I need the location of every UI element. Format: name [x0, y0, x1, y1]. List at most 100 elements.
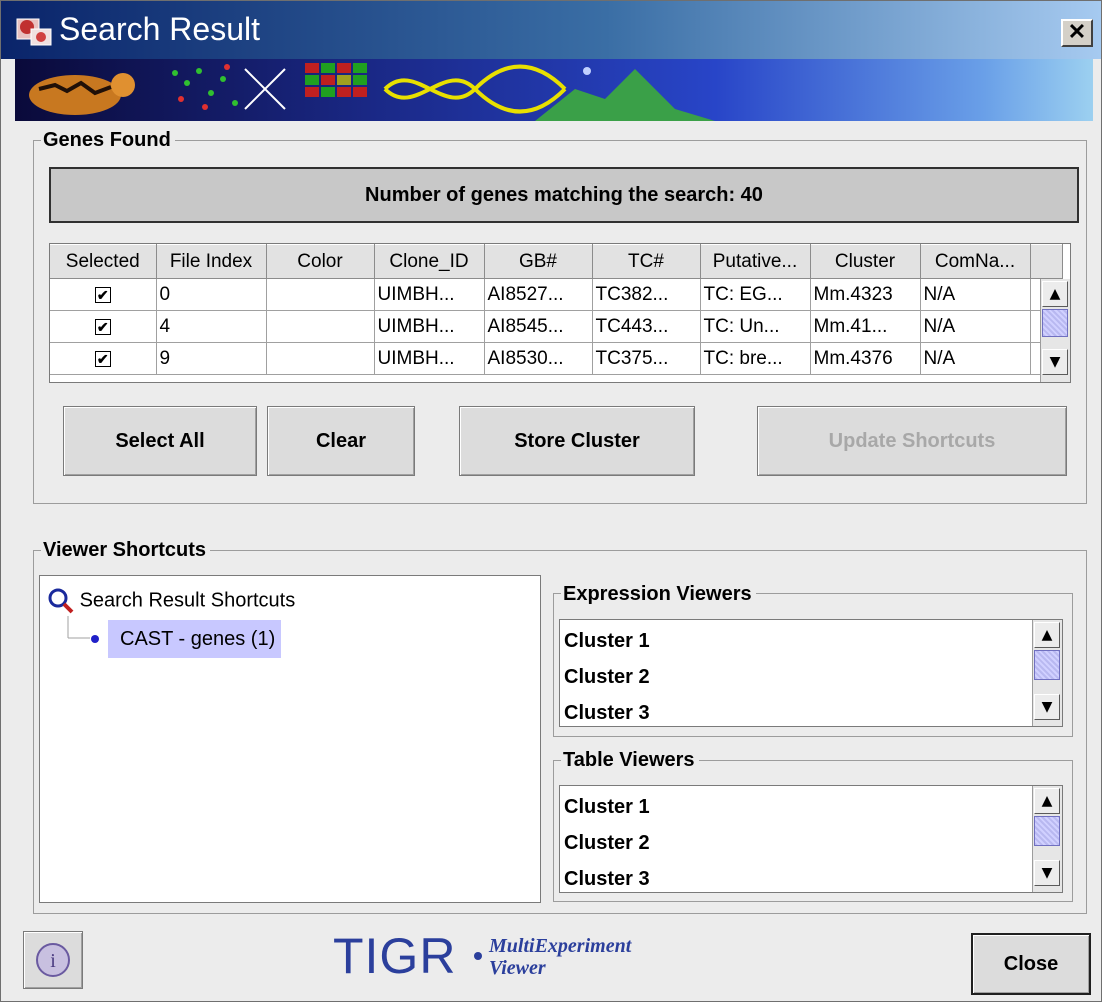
column-header-clone-id[interactable]: Clone_ID: [374, 244, 485, 279]
scroll-up-button[interactable]: ▲: [1042, 281, 1068, 307]
viewer-shortcuts-title: Viewer Shortcuts: [41, 539, 211, 561]
list-item[interactable]: Cluster 3: [564, 868, 650, 891]
color-cell: [266, 278, 375, 311]
banner-image: [15, 59, 1093, 121]
clone-id-cell: UIMBH...: [374, 310, 485, 343]
selected-checkbox[interactable]: ✔: [94, 286, 111, 303]
up-arrow-icon: ▲: [1049, 286, 1061, 302]
up-arrow-icon: ▲: [1041, 793, 1053, 809]
column-header-file-index[interactable]: File Index: [156, 244, 267, 279]
window-title: Search Result: [59, 11, 260, 47]
tc-cell: TC375...: [592, 342, 701, 375]
scroll-thumb[interactable]: [1042, 309, 1068, 337]
scroll-down-button[interactable]: ▼: [1034, 694, 1060, 720]
list-item[interactable]: Cluster 3: [564, 702, 650, 725]
file-index-cell: 0: [156, 278, 267, 311]
bullet-icon: [91, 635, 99, 643]
table-scrollbar[interactable]: ▲ ▼: [1040, 279, 1070, 382]
list-item[interactable]: Cluster 2: [564, 832, 650, 855]
info-icon: i: [36, 943, 70, 977]
scroll-thumb[interactable]: [1034, 650, 1060, 680]
store-cluster-button[interactable]: Store Cluster: [459, 406, 695, 476]
column-header-cluster[interactable]: Cluster: [810, 244, 921, 279]
table-viewers-list[interactable]: Cluster 1 Cluster 2 Cluster 3 ▲ ▼: [559, 785, 1063, 893]
file-index-cell: 4: [156, 310, 267, 343]
genes-table-grid: Selected File Index Color Clone_ID GB# T…: [50, 244, 1063, 375]
putative-cell: TC: Un...: [700, 310, 811, 343]
table-row[interactable]: ✔ 9 UIMBH... AI8530... TC375... TC: bre.…: [50, 342, 1063, 375]
gb-cell: AI8530...: [484, 342, 593, 375]
expression-viewers-title: Expression Viewers: [561, 583, 756, 605]
search-icon: [48, 588, 74, 614]
column-header-corner: [1030, 244, 1063, 279]
table-viewers-title: Table Viewers: [561, 749, 699, 771]
column-header-comname[interactable]: ComNa...: [920, 244, 1031, 279]
banner-artwork: [29, 63, 715, 121]
file-index-cell: 9: [156, 342, 267, 375]
genes-found-title: Genes Found: [41, 129, 175, 151]
comname-cell: N/A: [920, 342, 1031, 375]
tc-cell: TC382...: [592, 278, 701, 311]
column-header-gb[interactable]: GB#: [484, 244, 593, 279]
color-cell: [266, 342, 375, 375]
selected-cell[interactable]: ✔: [50, 278, 157, 311]
logo-subtitle-line-2: Viewer: [489, 957, 546, 979]
shortcuts-tree[interactable]: Search Result Shortcuts CAST - genes (1): [39, 575, 541, 903]
tc-cell: TC443...: [592, 310, 701, 343]
expression-list-scrollbar[interactable]: ▲ ▼: [1032, 620, 1062, 726]
app-icon: [16, 18, 52, 46]
gb-cell: AI8545...: [484, 310, 593, 343]
up-arrow-icon: ▲: [1041, 627, 1053, 643]
column-header-putative[interactable]: Putative...: [700, 244, 811, 279]
scroll-thumb[interactable]: [1034, 816, 1060, 846]
genes-table: Selected File Index Color Clone_ID GB# T…: [49, 243, 1071, 383]
selected-cell[interactable]: ✔: [50, 342, 157, 375]
clone-id-cell: UIMBH...: [374, 342, 485, 375]
update-shortcuts-button[interactable]: Update Shortcuts: [757, 406, 1067, 476]
close-icon: ✕: [1067, 19, 1087, 44]
scroll-up-button[interactable]: ▲: [1034, 622, 1060, 648]
close-button[interactable]: Close: [971, 933, 1091, 995]
list-item[interactable]: Cluster 1: [564, 630, 650, 653]
tigr-logo: TIGR: [333, 928, 457, 984]
list-item[interactable]: Cluster 1: [564, 796, 650, 819]
list-item[interactable]: Cluster 2: [564, 666, 650, 689]
color-cell: [266, 310, 375, 343]
table-row[interactable]: ✔ 0 UIMBH... AI8527... TC382... TC: EG..…: [50, 278, 1063, 311]
clone-id-cell: UIMBH...: [374, 278, 485, 311]
title-bar[interactable]: Search Result ✕: [1, 1, 1101, 59]
comname-cell: N/A: [920, 278, 1031, 311]
tree-node-cast-genes[interactable]: CAST - genes (1): [108, 620, 282, 658]
tigr-logo-subtitle: MultiExperiment Viewer: [489, 935, 631, 979]
svg-text:i: i: [50, 950, 56, 972]
down-arrow-icon: ▼: [1041, 699, 1053, 715]
scroll-down-button[interactable]: ▼: [1042, 349, 1068, 375]
putative-cell: TC: EG...: [700, 278, 811, 311]
down-arrow-icon: ▼: [1041, 865, 1053, 881]
search-result-window: Search Result ✕ Genes Found Number of ge…: [0, 0, 1102, 1002]
cluster-cell: Mm.41...: [810, 310, 921, 343]
scroll-down-button[interactable]: ▼: [1034, 860, 1060, 886]
column-header-selected[interactable]: Selected: [50, 244, 157, 279]
selected-cell[interactable]: ✔: [50, 310, 157, 343]
logo-subtitle-line-1: MultiExperiment: [489, 935, 632, 957]
select-all-button[interactable]: Select All: [63, 406, 257, 476]
cluster-cell: Mm.4376: [810, 342, 921, 375]
selected-checkbox[interactable]: ✔: [94, 350, 111, 367]
clear-button[interactable]: Clear: [267, 406, 415, 476]
info-button[interactable]: i: [23, 931, 83, 989]
logo-star-icon: [474, 952, 482, 960]
table-viewers-scrollbar[interactable]: ▲ ▼: [1032, 786, 1062, 892]
comname-cell: N/A: [920, 310, 1031, 343]
column-header-tc[interactable]: TC#: [592, 244, 701, 279]
table-row[interactable]: ✔ 4 UIMBH... AI8545... TC443... TC: Un..…: [50, 310, 1063, 343]
expression-viewers-list[interactable]: Cluster 1 Cluster 2 Cluster 3 ▲ ▼: [559, 619, 1063, 727]
gb-cell: AI8527...: [484, 278, 593, 311]
tree-root[interactable]: Search Result Shortcuts: [48, 588, 295, 614]
column-header-color[interactable]: Color: [266, 244, 375, 279]
cluster-cell: Mm.4323: [810, 278, 921, 311]
selected-checkbox[interactable]: ✔: [94, 318, 111, 335]
scroll-up-button[interactable]: ▲: [1034, 788, 1060, 814]
close-window-button[interactable]: ✕: [1061, 19, 1093, 47]
tree-root-label: Search Result Shortcuts: [79, 589, 296, 612]
